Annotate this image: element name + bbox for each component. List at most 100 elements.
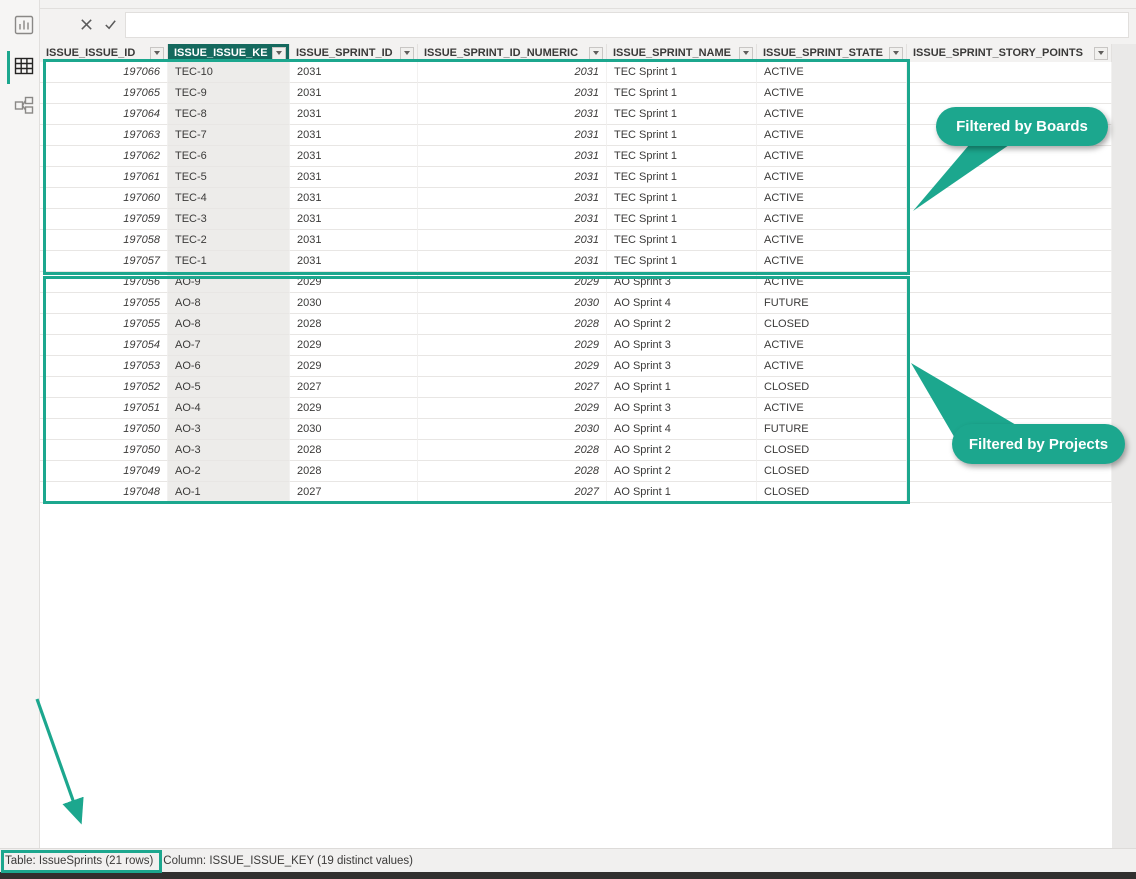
table-cell[interactable] <box>907 251 1112 272</box>
table-cell[interactable] <box>907 272 1112 293</box>
table-cell[interactable]: 2028 <box>418 440 607 461</box>
table-cell[interactable]: 197050 <box>40 419 168 440</box>
table-cell[interactable]: 2031 <box>418 62 607 83</box>
table-cell[interactable]: 2031 <box>290 251 418 272</box>
table-cell[interactable]: TEC Sprint 1 <box>607 230 757 251</box>
table-cell[interactable]: 197049 <box>40 461 168 482</box>
table-cell[interactable]: TEC-7 <box>168 125 290 146</box>
table-cell[interactable]: ACTIVE <box>757 167 907 188</box>
table-cell[interactable]: TEC Sprint 1 <box>607 188 757 209</box>
table-cell[interactable]: 2030 <box>418 419 607 440</box>
column-header-issue_issue_key[interactable]: ISSUE_ISSUE_KEY <box>168 44 290 62</box>
table-cell[interactable] <box>907 398 1112 419</box>
table-cell[interactable]: AO Sprint 1 <box>607 377 757 398</box>
table-cell[interactable]: 197058 <box>40 230 168 251</box>
table-cell[interactable]: 197065 <box>40 83 168 104</box>
table-cell[interactable]: ACTIVE <box>757 125 907 146</box>
table-cell[interactable]: 197054 <box>40 335 168 356</box>
table-cell[interactable]: AO-7 <box>168 335 290 356</box>
table-cell[interactable] <box>907 125 1112 146</box>
table-cell[interactable]: 2031 <box>418 146 607 167</box>
table-cell[interactable]: 2031 <box>418 104 607 125</box>
commit-button[interactable] <box>98 13 122 37</box>
table-cell[interactable]: 197060 <box>40 188 168 209</box>
table-cell[interactable]: 197055 <box>40 293 168 314</box>
table-cell[interactable]: 2027 <box>290 377 418 398</box>
table-cell[interactable]: AO-2 <box>168 461 290 482</box>
table-cell[interactable]: TEC-2 <box>168 230 290 251</box>
table-cell[interactable] <box>907 335 1112 356</box>
table-cell[interactable]: AO Sprint 2 <box>607 461 757 482</box>
table-cell[interactable]: 197057 <box>40 251 168 272</box>
table-cell[interactable]: TEC Sprint 1 <box>607 209 757 230</box>
table-cell[interactable]: 2031 <box>418 230 607 251</box>
table-cell[interactable]: CLOSED <box>757 461 907 482</box>
table-cell[interactable] <box>907 440 1112 461</box>
table-cell[interactable] <box>907 167 1112 188</box>
table-cell[interactable]: ACTIVE <box>757 104 907 125</box>
table-cell[interactable]: 2031 <box>290 104 418 125</box>
table-cell[interactable]: TEC-8 <box>168 104 290 125</box>
column-header-issue_sprint_id[interactable]: ISSUE_SPRINT_ID <box>290 44 418 62</box>
table-cell[interactable]: 2028 <box>290 440 418 461</box>
table-cell[interactable]: AO-5 <box>168 377 290 398</box>
table-cell[interactable]: AO-8 <box>168 314 290 335</box>
table-cell[interactable]: 2031 <box>290 167 418 188</box>
table-cell[interactable]: ACTIVE <box>757 83 907 104</box>
table-cell[interactable]: TEC-1 <box>168 251 290 272</box>
table-cell[interactable]: AO-4 <box>168 398 290 419</box>
table-cell[interactable]: AO Sprint 3 <box>607 398 757 419</box>
table-cell[interactable]: 197061 <box>40 167 168 188</box>
column-header-issue_sprint_id_numeric[interactable]: ISSUE_SPRINT_ID_NUMERIC <box>418 44 607 62</box>
table-cell[interactable]: 2027 <box>290 482 418 503</box>
column-header-issue_sprint_state[interactable]: ISSUE_SPRINT_STATE <box>757 44 907 62</box>
table-cell[interactable]: 2031 <box>290 83 418 104</box>
table-cell[interactable]: ACTIVE <box>757 230 907 251</box>
table-cell[interactable]: 2028 <box>418 314 607 335</box>
table-cell[interactable]: 2028 <box>290 314 418 335</box>
table-cell[interactable]: 2030 <box>290 419 418 440</box>
table-cell[interactable] <box>907 146 1112 167</box>
table-cell[interactable]: 197062 <box>40 146 168 167</box>
table-cell[interactable]: 197055 <box>40 314 168 335</box>
table-cell[interactable]: AO-3 <box>168 419 290 440</box>
table-cell[interactable]: 2029 <box>290 398 418 419</box>
column-header-issue_issue_id[interactable]: ISSUE_ISSUE_ID <box>40 44 168 62</box>
table-cell[interactable]: 197063 <box>40 125 168 146</box>
table-cell[interactable]: TEC Sprint 1 <box>607 167 757 188</box>
table-cell[interactable]: AO Sprint 3 <box>607 335 757 356</box>
table-cell[interactable]: 2029 <box>418 398 607 419</box>
formula-bar-input[interactable] <box>125 12 1129 38</box>
table-cell[interactable]: 2029 <box>290 356 418 377</box>
table-cell[interactable]: 197052 <box>40 377 168 398</box>
table-cell[interactable]: TEC Sprint 1 <box>607 104 757 125</box>
table-cell[interactable]: 2031 <box>418 167 607 188</box>
table-cell[interactable]: 197051 <box>40 398 168 419</box>
table-cell[interactable]: ACTIVE <box>757 62 907 83</box>
table-cell[interactable]: 197053 <box>40 356 168 377</box>
table-cell[interactable]: ACTIVE <box>757 356 907 377</box>
table-cell[interactable]: FUTURE <box>757 293 907 314</box>
table-cell[interactable]: 197050 <box>40 440 168 461</box>
table-cell[interactable]: ACTIVE <box>757 146 907 167</box>
table-cell[interactable]: ACTIVE <box>757 188 907 209</box>
table-cell[interactable]: 2031 <box>290 209 418 230</box>
table-cell[interactable]: 2028 <box>290 461 418 482</box>
table-cell[interactable]: 2029 <box>418 356 607 377</box>
table-cell[interactable]: AO-1 <box>168 482 290 503</box>
table-cell[interactable]: AO Sprint 4 <box>607 419 757 440</box>
table-cell[interactable] <box>907 356 1112 377</box>
table-cell[interactable]: AO-9 <box>168 272 290 293</box>
cancel-button[interactable] <box>74 13 98 37</box>
table-cell[interactable] <box>907 293 1112 314</box>
table-cell[interactable]: 2031 <box>290 188 418 209</box>
table-cell[interactable]: 197059 <box>40 209 168 230</box>
table-cell[interactable]: TEC Sprint 1 <box>607 125 757 146</box>
column-filter-dropdown[interactable] <box>150 47 164 60</box>
column-header-issue_sprint_name[interactable]: ISSUE_SPRINT_NAME <box>607 44 757 62</box>
table-cell[interactable]: 2030 <box>418 293 607 314</box>
table-cell[interactable]: TEC-6 <box>168 146 290 167</box>
table-cell[interactable] <box>907 419 1112 440</box>
table-cell[interactable]: AO Sprint 2 <box>607 440 757 461</box>
table-cell[interactable] <box>907 377 1112 398</box>
